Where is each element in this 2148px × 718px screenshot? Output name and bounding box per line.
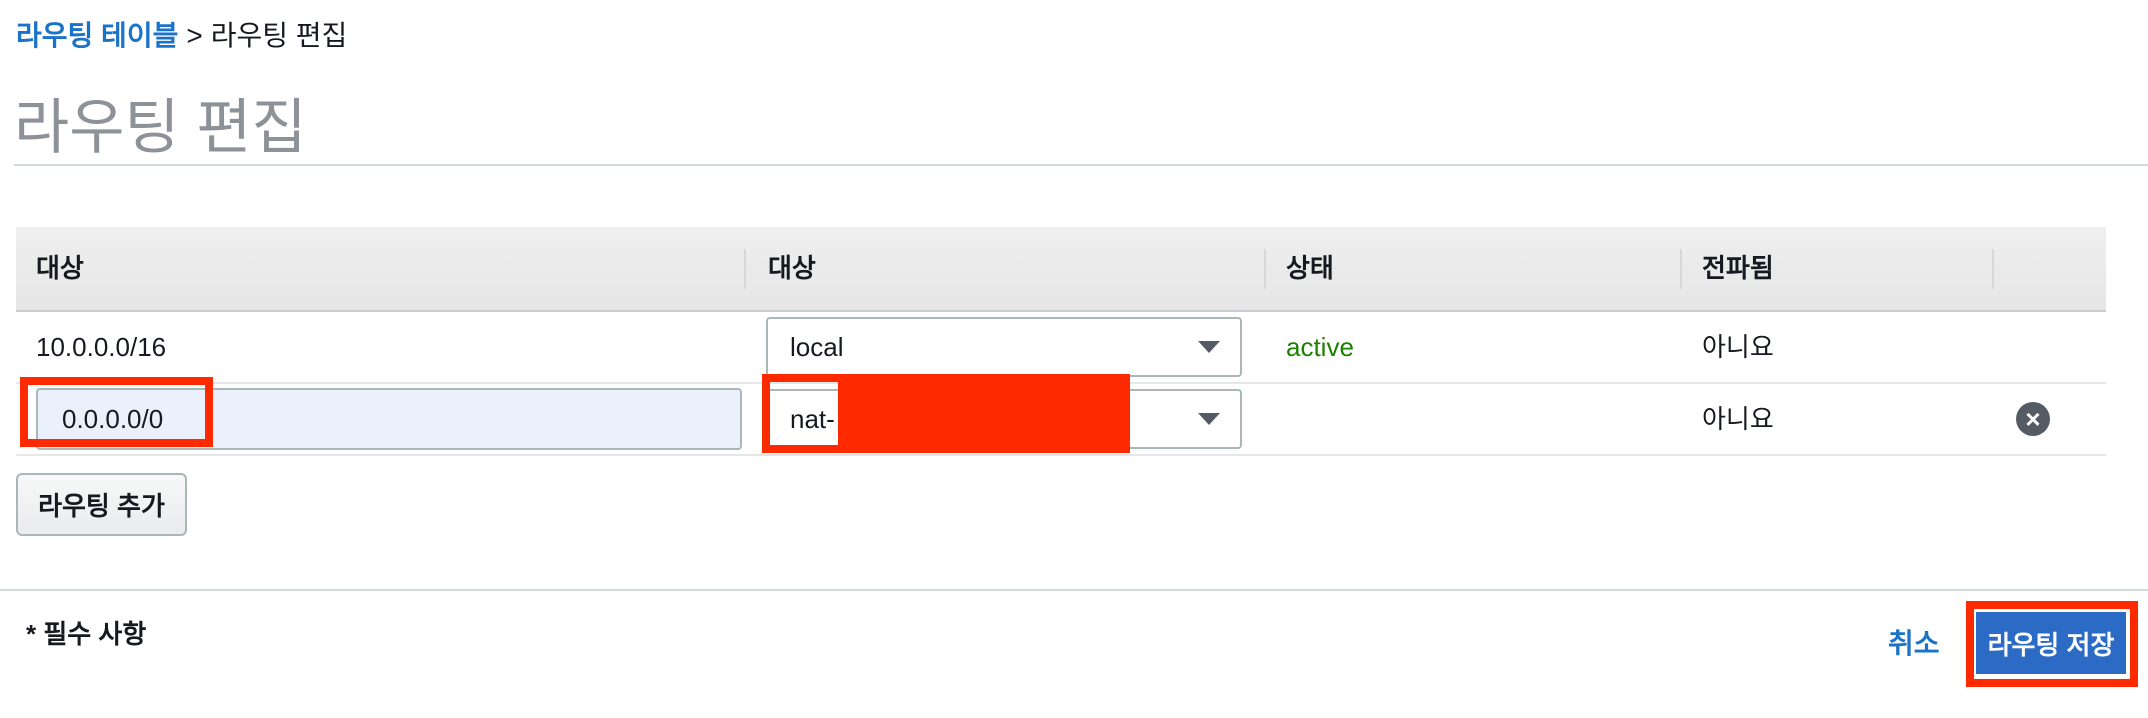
- breadcrumb: 라우팅 테이블 > 라우팅 편집: [16, 16, 347, 56]
- column-header-destination: 대상: [36, 253, 84, 283]
- target-select-value: local: [790, 332, 844, 362]
- save-routes-button[interactable]: 라우팅 저장: [1976, 612, 2126, 674]
- footer-divider: [0, 589, 2148, 591]
- target-select[interactable]: local: [766, 317, 1242, 377]
- column-header-status: 상태: [1286, 253, 1334, 283]
- cancel-link[interactable]: 취소: [1888, 624, 1940, 664]
- column-header-propagated: 전파됨: [1702, 253, 1774, 283]
- required-note: * 필수 사항: [26, 619, 147, 649]
- column-divider: [744, 249, 746, 289]
- add-route-button[interactable]: 라우팅 추가: [16, 473, 187, 536]
- column-divider: [1264, 249, 1266, 289]
- redaction-block: [838, 378, 1128, 450]
- title-divider: [14, 164, 2148, 166]
- breadcrumb-current: 라우팅 편집: [210, 20, 348, 51]
- breadcrumb-separator: >: [186, 20, 203, 51]
- column-header-target: 대상: [768, 253, 816, 283]
- caret-down-icon: [1198, 341, 1220, 353]
- table-row: 10.0.0.0/16 local active 아니요: [16, 312, 2106, 384]
- route-propagated: 아니요: [1702, 404, 1774, 434]
- caret-down-icon: [1198, 413, 1220, 425]
- target-select-value: nat-: [790, 404, 835, 434]
- route-destination: 10.0.0.0/16: [36, 332, 167, 362]
- breadcrumb-route-tables-link[interactable]: 라우팅 테이블: [16, 20, 178, 51]
- column-divider: [1680, 249, 1682, 289]
- edit-routes-page: 라우팅 테이블 > 라우팅 편집 라우팅 편집 대상 대상 상태 전파됨 10.0.…: [0, 0, 2148, 718]
- page-title: 라우팅 편집: [14, 94, 307, 161]
- column-divider: [1992, 249, 1994, 289]
- route-status: active: [1286, 332, 1354, 362]
- close-circle-icon[interactable]: ×: [2016, 402, 2050, 436]
- table-header: 대상 대상 상태 전파됨: [16, 227, 2106, 312]
- destination-input[interactable]: [36, 388, 742, 450]
- route-propagated: 아니요: [1702, 332, 1774, 362]
